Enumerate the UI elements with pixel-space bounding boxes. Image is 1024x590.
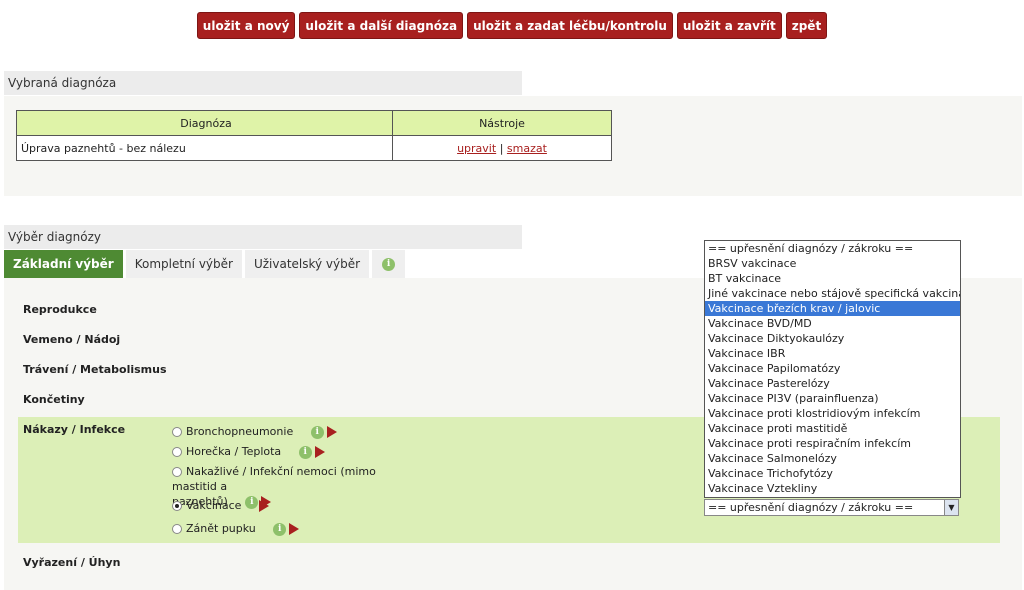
category-limbs[interactable]: Končetiny [23,393,85,406]
radio-button[interactable] [172,524,182,534]
radio-button[interactable] [172,467,182,477]
table-row: Úprava paznehtů - bez nálezu upravit | s… [16,135,612,161]
dropdown-option[interactable]: == upřesnění diagnózy / zákroku == [705,241,960,256]
selected-diagnosis-header: Vybraná diagnóza [4,71,522,95]
diagnosis-cell: Úprava paznehtů - bez nálezu [16,135,393,161]
category-udder[interactable]: Vemeno / Nádoj [23,333,120,346]
radio-button[interactable] [172,447,182,457]
tools-separator: | [499,141,504,155]
info-icon: i [382,258,396,271]
save-and-next-diagnosis-button[interactable]: uložit a další diagnóza [299,12,464,39]
dropdown-option[interactable]: Vakcinace Diktyokaulózy [705,331,960,346]
dropdown-option[interactable]: Vakcinace proti mastitidě [705,421,960,436]
category-infections[interactable]: Nákazy / Infekce [23,423,125,436]
dropdown-option[interactable]: Vakcinace PI3V (parainfluenza) [705,391,960,406]
column-header-tools: Nástroje [392,110,612,136]
delete-link[interactable]: smazat [507,142,547,155]
dropdown-option[interactable]: Vakcinace IBR [705,346,960,361]
dropdown-option[interactable]: Vakcinace Salmonelózy [705,451,960,466]
option-label: Vakcinace [186,499,242,512]
save-and-enter-treatment-button[interactable]: uložit a zadat léčbu/kontrolu [467,12,673,39]
action-toolbar: uložit a nový uložit a další diagnóza ulož… [0,12,1024,39]
play-arrow-icon[interactable] [326,426,337,438]
dropdown-option[interactable]: Vakcinace proti respiračním infekcím [705,436,960,451]
dropdown-option[interactable]: Vakcinace Pasterelózy [705,376,960,391]
dropdown-option[interactable]: Vakcinace Trichofytózy [705,466,960,481]
option-vaccination[interactable]: Vakcinace [172,499,269,512]
dropdown-option[interactable]: Vakcinace březích krav / jalovic [705,301,960,316]
option-label: Zánět pupku [186,522,256,535]
save-and-close-button[interactable]: uložit a zavřít [676,12,782,39]
edit-link[interactable]: upravit [457,142,496,155]
tools-cell: upravit | smazat [392,135,612,161]
category-culling[interactable]: Vyřazení / Úhyn [23,556,120,569]
option-bronchopneumonia[interactable]: Bronchopneumonie i [172,425,337,439]
option-fever[interactable]: Horečka / Teplota i [172,445,325,459]
tab-user-selection[interactable]: Uživatelský výběr [244,250,370,278]
tab-info[interactable]: i [372,250,406,278]
back-button[interactable]: zpět [785,12,828,39]
tab-basic-selection[interactable]: Základní výběr [4,250,123,278]
diagnosis-selection-header: Výběr diagnózy [4,225,522,249]
refinement-selected-value: == upřesnění diagnózy / zákroku == [708,501,914,514]
dropdown-option[interactable]: Vakcinace Papilomatózy [705,361,960,376]
option-label: Horečka / Teplota [186,445,282,458]
category-reproduction[interactable]: Reprodukce [23,303,97,316]
table-header-row: Diagnóza Nástroje [16,110,612,136]
category-digestion[interactable]: Trávení / Metabolismus [23,363,167,376]
column-header-diagnosis: Diagnóza [16,110,393,136]
option-label: Bronchopneumonie [186,425,294,438]
play-arrow-icon[interactable] [314,446,325,458]
tab-complete-selection[interactable]: Kompletní výběr [125,250,242,278]
dropdown-option[interactable]: BRSV vakcinace [705,256,960,271]
option-label: Nakažlivé / Infekční nemoci (mimo mastit… [172,465,376,493]
info-icon[interactable]: i [273,522,287,536]
dropdown-option[interactable]: Vakcinace Vztekliny [705,481,960,496]
selection-tabs: Základní výběr Kompletní výběr Uživatelský… [4,250,408,278]
dropdown-option[interactable]: Jiné vakcinace nebo stájově specifická v… [705,286,960,301]
play-arrow-icon[interactable] [258,500,269,512]
chevron-down-icon[interactable]: ▼ [944,500,958,515]
radio-button-checked[interactable] [172,501,182,511]
play-arrow-icon[interactable] [289,523,300,535]
refinement-dropdown-list[interactable]: == upřesnění diagnózy / zákroku == BRSV v… [704,240,961,498]
dropdown-option[interactable]: Vakcinace proti klostridiovým infekcím [705,406,960,421]
dropdown-option[interactable]: Vakcinace BVD/MD [705,316,960,331]
selected-diagnosis-table: Diagnóza Nástroje Úprava paznehtů - bez … [16,110,612,161]
info-icon[interactable]: i [310,425,324,439]
save-and-new-button[interactable]: uložit a nový [196,12,296,39]
radio-button[interactable] [172,427,182,437]
refinement-select[interactable]: == upřesnění diagnózy / zákroku == ▼ [704,499,959,516]
dropdown-option[interactable]: BT vakcinace [705,271,960,286]
option-navel-inflammation[interactable]: Zánět pupku i [172,522,300,536]
info-icon[interactable]: i [298,445,312,459]
